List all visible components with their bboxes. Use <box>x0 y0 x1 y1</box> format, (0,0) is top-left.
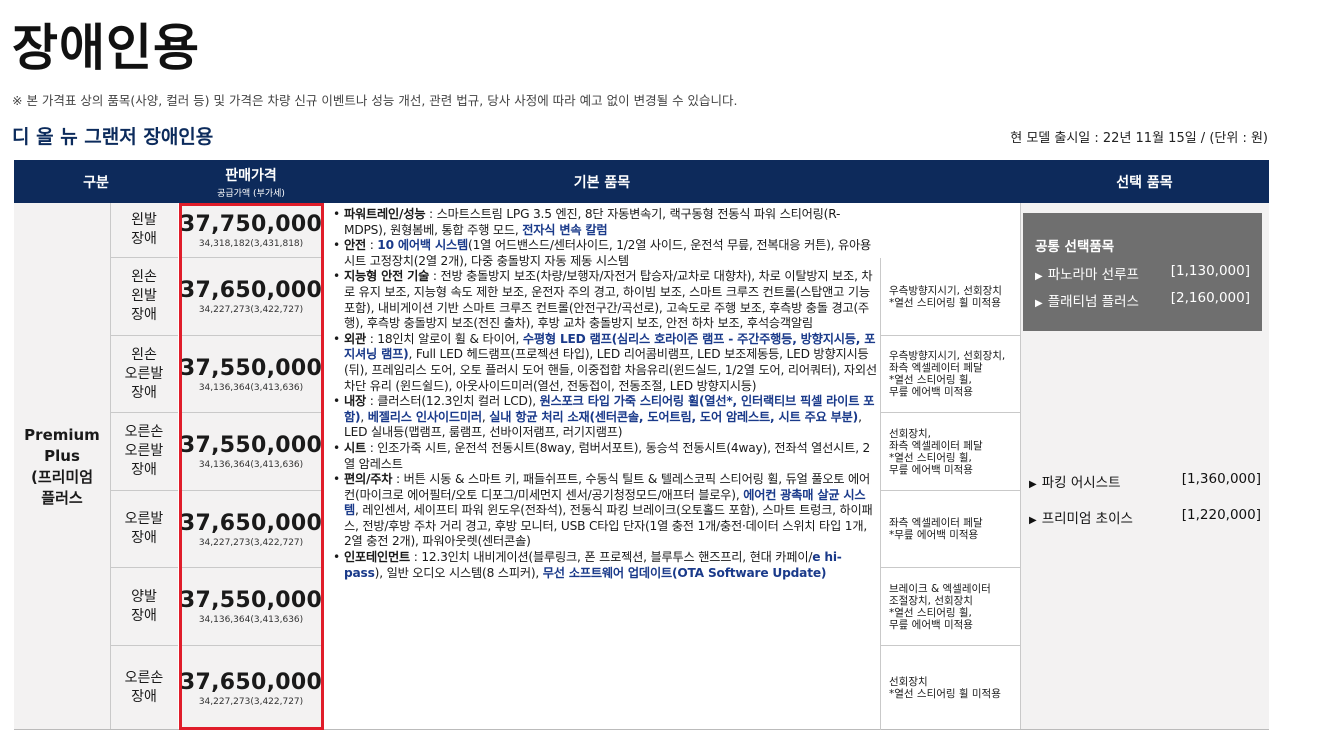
row-option: 브레이크 & 엑셀레이터 조절장치, 선회장치 *열선 스티어링 휠, 무릎 에… <box>880 568 1020 646</box>
row-option: 좌측 엑셀레이터 페달 *무릎 에어백 미적용 <box>880 491 1020 568</box>
header-basic-items: 기본 품목 <box>573 174 631 191</box>
release-info: 현 모델 출시일 : 22년 11월 15일 / (단위 : 원) <box>1010 131 1268 146</box>
basic-item-adas: 지능형 안전 기술 : 전방 충돌방지 보조(차량/보행자/자전거 탑승자/교차… <box>332 269 878 331</box>
row-option: 선회장치 *열선 스티어링 휠 미적용 <box>880 646 1020 730</box>
disability-type: 왼손 오른발 장애 <box>110 336 178 413</box>
extra-options: ▶ 파킹 어시스트 [1,360,000] ▶ 프리미엄 초이스 [1,220,00… <box>1029 471 1261 543</box>
section-subtitle: 디 올 뉴 그랜저 장애인용 <box>12 126 214 148</box>
triangle-right-icon: ▶ <box>1035 298 1043 309</box>
basic-items-list: 파워트레인/성능 : 스마트스트림 LPG 3.5 엔진, 8단 자동변속기, … <box>332 207 878 581</box>
triangle-right-icon: ▶ <box>1029 479 1037 490</box>
disability-type: 양발 장애 <box>110 568 178 646</box>
option-price: [1,360,000] <box>1181 471 1261 487</box>
grade-label: Premium Plus (프리미엄 플러스 <box>24 425 100 507</box>
notice-text: ※ 본 가격표 상의 품목(사양, 컬러 등) 및 가격은 차량 신규 이벤트나… <box>12 93 738 108</box>
basic-item-seat: 시트 : 인조가죽 시트, 운전석 전동시트(8way, 럼버서포트), 동승석… <box>332 441 878 472</box>
header-option-items: 선택 품목 <box>1116 174 1173 191</box>
header-category: 구분 <box>83 174 109 191</box>
row-option: 우측방향지시기, 선회장치, 좌측 엑셀레이터 페달 *열선 스티어링 휠, 무… <box>880 336 1020 413</box>
row-option: 우측방향지시기, 선회장치 *열선 스티어링 휠 미적용 <box>880 258 1020 336</box>
header-price-sub: 공급가액 (부가세) <box>217 188 285 199</box>
row-option: 선회장치, 좌측 엑셀레이터 페달 *열선 스티어링 휠, 무릎 에어백 미적용 <box>880 413 1020 491</box>
disability-type: 오른손 오른발 장애 <box>110 413 178 491</box>
extra-option-item: ▶ 프리미엄 초이스 [1,220,000] <box>1029 507 1261 527</box>
price-highlight-frame <box>179 203 324 730</box>
basic-item-infotainment: 인포테인먼트 : 12.3인치 내비게이션(블루링크, 폰 프로젝션, 블루투스… <box>332 550 878 581</box>
price-table-body: Premium Plus (프리미엄 플러스 왼발 장애 왼손 왼발 장애 왼손… <box>14 203 1269 730</box>
option-price: [1,130,000] <box>1170 263 1250 279</box>
basic-item-convenience: 편의/주차 : 버튼 시동 & 스마트 키, 패들쉬프트, 수동식 틸트 & 텔… <box>332 472 878 550</box>
disability-type: 왼손 왼발 장애 <box>110 258 178 336</box>
basic-item-powertrain: 파워트레인/성능 : 스마트스트림 LPG 3.5 엔진, 8단 자동변속기, … <box>332 207 878 238</box>
disability-type: 오른발 장애 <box>110 491 178 568</box>
basic-item-safety: 안전 : 10 에어백 시스템(1열 어드밴스드/센터사이드, 1/2열 사이드… <box>332 238 878 269</box>
table-header: 구분 판매가격 공급가액 (부가세) 기본 품목 선택 품목 <box>14 160 1269 203</box>
option-price: [2,160,000] <box>1170 290 1250 306</box>
disability-type: 오른손 장애 <box>124 670 164 705</box>
common-options-box: 공통 선택품목 ▶ 파노라마 선루프 [1,130,000] ▶ 플래티넘 플러스 … <box>1023 213 1262 331</box>
header-price: 판매가격 공급가액 (부가세) <box>217 167 285 199</box>
common-option-item: ▶ 플래티넘 플러스 [2,160,000] <box>1035 290 1250 310</box>
basic-item-exterior: 외관 : 18인치 알로이 휠 & 타이어, 수평형 LED 램프(심리스 호라… <box>332 332 878 394</box>
basic-item-interior: 내장 : 클러스터(12.3인치 컬러 LCD), 원스포크 타입 가죽 스티어… <box>332 394 878 441</box>
column-divider <box>1020 203 1021 729</box>
common-option-item: ▶ 파노라마 선루프 [1,130,000] <box>1035 263 1250 283</box>
triangle-right-icon: ▶ <box>1035 271 1043 282</box>
extra-option-item: ▶ 파킹 어시스트 [1,360,000] <box>1029 471 1261 491</box>
option-price: [1,220,000] <box>1181 507 1261 523</box>
common-options-title: 공통 선택품목 <box>1035 239 1115 255</box>
triangle-right-icon: ▶ <box>1029 515 1037 526</box>
page-title: 장애인용 <box>12 19 200 77</box>
disability-type: 왼발 장애 <box>110 203 178 258</box>
